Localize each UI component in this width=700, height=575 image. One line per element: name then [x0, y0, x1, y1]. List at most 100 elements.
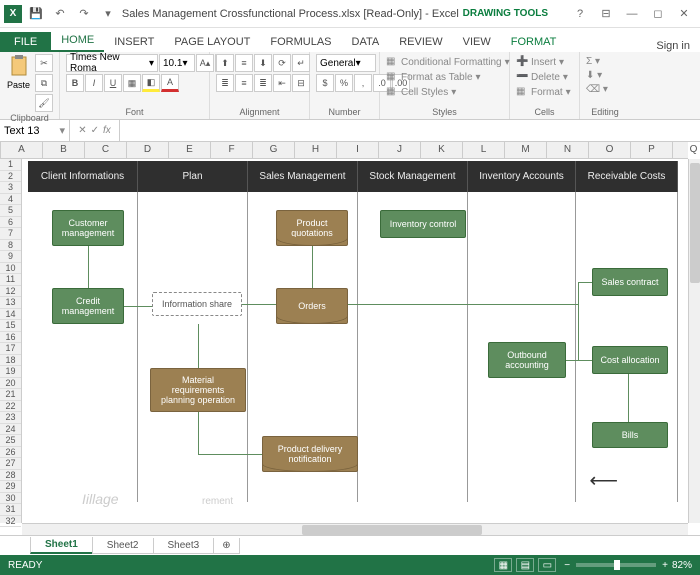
col-header-C[interactable]: C: [85, 142, 127, 158]
delete-cells-button[interactable]: ➖Delete ▾: [516, 71, 568, 83]
underline-button[interactable]: U: [104, 74, 122, 92]
row-header-27[interactable]: 27: [0, 458, 21, 470]
view-page-layout-icon[interactable]: ▤: [516, 558, 534, 572]
format-painter-icon[interactable]: 🖌: [35, 94, 53, 112]
fx-icon[interactable]: fx: [103, 125, 111, 136]
row-header-22[interactable]: 22: [0, 401, 21, 413]
col-header-Q[interactable]: Q: [673, 142, 700, 158]
indent-dec-icon[interactable]: ⇤: [273, 74, 291, 92]
font-color-button[interactable]: A: [161, 74, 179, 92]
align-left-icon[interactable]: ≣: [216, 74, 234, 92]
cancel-formula-icon[interactable]: ✕: [78, 125, 86, 136]
insert-cells-button[interactable]: ➕Insert ▾: [516, 56, 564, 68]
tab-review[interactable]: REVIEW: [389, 32, 452, 52]
merge-button[interactable]: ⊟: [292, 74, 310, 92]
paste-button[interactable]: Paste: [6, 54, 31, 90]
row-header-32[interactable]: 32: [0, 516, 21, 528]
tab-format[interactable]: FORMAT: [501, 32, 567, 52]
name-box[interactable]: Text 13▾: [0, 120, 70, 141]
row-header-4[interactable]: 4: [0, 194, 21, 206]
col-header-P[interactable]: P: [631, 142, 673, 158]
formula-input[interactable]: [120, 120, 700, 141]
italic-button[interactable]: I: [85, 74, 103, 92]
col-header-H[interactable]: H: [295, 142, 337, 158]
row-header-13[interactable]: 13: [0, 297, 21, 309]
flow-box-product-quot[interactable]: Product quotations: [276, 210, 348, 246]
flow-box-orders[interactable]: Orders: [276, 288, 348, 324]
row-header-15[interactable]: 15: [0, 320, 21, 332]
row-header-6[interactable]: 6: [0, 217, 21, 229]
zoom-slider[interactable]: [576, 563, 656, 567]
tab-data[interactable]: DATA: [342, 32, 390, 52]
flow-box-cost-alloc[interactable]: Cost allocation: [592, 346, 668, 374]
row-header-10[interactable]: 10: [0, 263, 21, 275]
row-header-8[interactable]: 8: [0, 240, 21, 252]
tab-formulas[interactable]: FORMULAS: [260, 32, 341, 52]
row-header-11[interactable]: 11: [0, 274, 21, 286]
flow-box-sales-contract[interactable]: Sales contract: [592, 268, 668, 296]
align-middle-icon[interactable]: ≡: [235, 54, 253, 72]
number-format-select[interactable]: General ▾: [316, 54, 376, 72]
flow-box-bills[interactable]: Bills: [592, 422, 668, 448]
conditional-formatting-button[interactable]: ▦Conditional Formatting ▾: [386, 56, 510, 68]
cut-icon[interactable]: ✂: [35, 54, 53, 72]
row-header-16[interactable]: 16: [0, 332, 21, 344]
zoom-in-button[interactable]: +: [662, 560, 668, 571]
row-header-5[interactable]: 5: [0, 205, 21, 217]
flow-box-credit-mgmt[interactable]: Credit management: [52, 288, 124, 324]
zoom-level[interactable]: 82%: [672, 560, 692, 571]
col-header-D[interactable]: D: [127, 142, 169, 158]
ribbon-help-icon[interactable]: ?: [568, 4, 592, 24]
row-header-7[interactable]: 7: [0, 228, 21, 240]
tab-page-layout[interactable]: PAGE LAYOUT: [164, 32, 260, 52]
tab-insert[interactable]: INSERT: [104, 32, 164, 52]
autosum-button[interactable]: Σ ▾: [586, 56, 600, 67]
flow-box-info-share[interactable]: Information share: [152, 292, 242, 316]
row-header-17[interactable]: 17: [0, 343, 21, 355]
col-header-F[interactable]: F: [211, 142, 253, 158]
col-header-J[interactable]: J: [379, 142, 421, 158]
currency-icon[interactable]: $: [316, 74, 334, 92]
row-header-2[interactable]: 2: [0, 171, 21, 183]
row-header-31[interactable]: 31: [0, 504, 21, 516]
qat-customize-icon[interactable]: ▾: [98, 4, 118, 24]
format-as-table-button[interactable]: ▦Format as Table ▾: [386, 71, 481, 83]
minimize-icon[interactable]: —: [620, 4, 644, 24]
vertical-scrollbar[interactable]: [688, 159, 700, 523]
percent-icon[interactable]: %: [335, 74, 353, 92]
border-button[interactable]: ▦: [123, 74, 141, 92]
flow-box-inventory-ctrl[interactable]: Inventory control: [380, 210, 466, 238]
row-header-28[interactable]: 28: [0, 470, 21, 482]
align-bottom-icon[interactable]: ⬇: [254, 54, 272, 72]
row-header-25[interactable]: 25: [0, 435, 21, 447]
flow-box-customer-mgmt[interactable]: Customer management: [52, 210, 124, 246]
col-header-I[interactable]: I: [337, 142, 379, 158]
row-header-30[interactable]: 30: [0, 493, 21, 505]
horizontal-scrollbar[interactable]: [22, 523, 688, 535]
font-size-select[interactable]: 10.1 ▾: [159, 54, 195, 72]
zoom-out-button[interactable]: −: [564, 560, 570, 571]
new-sheet-button[interactable]: ⊕: [213, 538, 239, 554]
sheet-tab-3[interactable]: Sheet3: [153, 538, 215, 554]
qat-save-icon[interactable]: 💾: [26, 4, 46, 24]
row-header-19[interactable]: 19: [0, 366, 21, 378]
col-header-L[interactable]: L: [463, 142, 505, 158]
clear-button[interactable]: ⌫ ▾: [586, 84, 608, 95]
row-header-29[interactable]: 29: [0, 481, 21, 493]
row-header-3[interactable]: 3: [0, 182, 21, 194]
col-header-A[interactable]: A: [1, 142, 43, 158]
col-header-G[interactable]: G: [253, 142, 295, 158]
comma-icon[interactable]: ,: [354, 74, 372, 92]
format-cells-button[interactable]: ▦Format ▾: [516, 86, 571, 98]
sign-in-link[interactable]: Sign in: [656, 40, 690, 52]
tab-home[interactable]: HOME: [51, 30, 104, 52]
col-header-E[interactable]: E: [169, 142, 211, 158]
cell-styles-button[interactable]: ▦Cell Styles ▾: [386, 86, 456, 98]
row-header-1[interactable]: 1: [0, 159, 21, 171]
row-header-14[interactable]: 14: [0, 309, 21, 321]
fill-color-button[interactable]: ◧: [142, 74, 160, 92]
row-header-23[interactable]: 23: [0, 412, 21, 424]
qat-undo-icon[interactable]: ↶: [50, 4, 70, 24]
align-top-icon[interactable]: ⬆: [216, 54, 234, 72]
bold-button[interactable]: B: [66, 74, 84, 92]
